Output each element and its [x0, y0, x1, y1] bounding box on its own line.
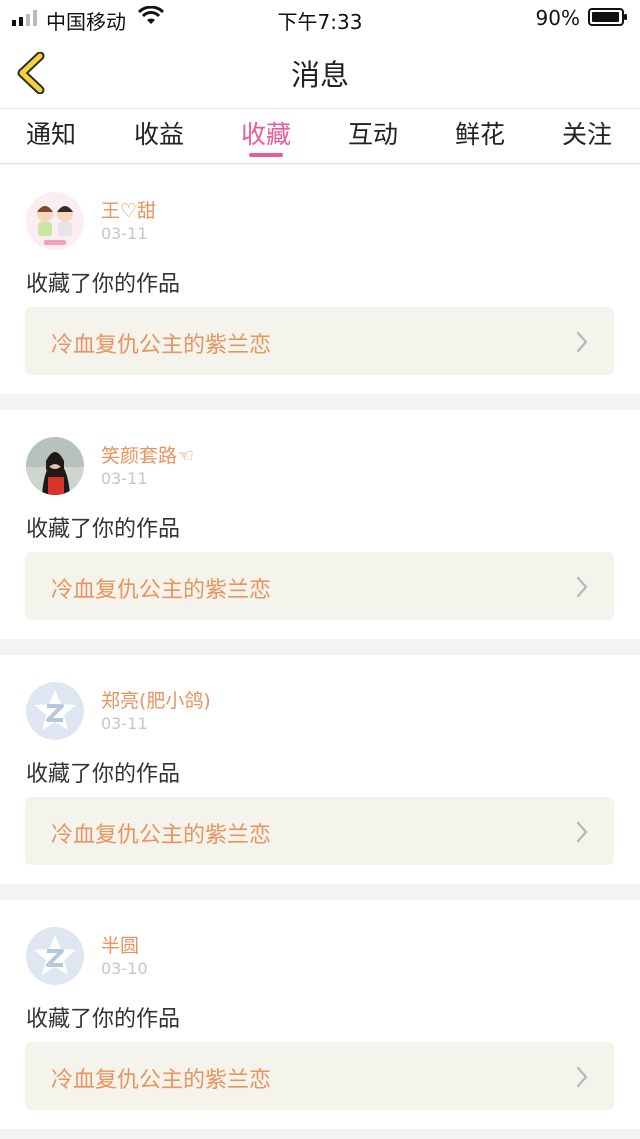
work-title: 冷血复仇公主的紫兰恋	[51, 578, 272, 603]
default-z-avatar-icon	[26, 682, 84, 740]
list-item: 郑亮(肥小鸽) 03-11 收藏了你的作品 冷血复仇公主的紫兰恋	[0, 655, 640, 884]
list-item: 王♡甜 03-11 收藏了你的作品 冷血复仇公主的紫兰恋	[0, 165, 640, 394]
work-link[interactable]: 冷血复仇公主的紫兰恋	[25, 307, 614, 375]
nav-bar: 消息	[0, 36, 640, 109]
user-avatar[interactable]	[26, 927, 84, 985]
action-text: 收藏了你的作品	[26, 762, 181, 787]
back-chevron-icon	[17, 51, 45, 95]
chevron-right-icon	[576, 821, 588, 843]
tab-favorites[interactable]: 收藏	[241, 115, 291, 151]
message-date: 03-11	[101, 469, 148, 488]
work-link[interactable]: 冷血复仇公主的紫兰恋	[25, 1042, 614, 1110]
photo-avatar-icon	[26, 437, 84, 495]
message-tabs: 通知 收益 收藏 互动 鲜花 关注	[0, 109, 640, 164]
work-title: 冷血复仇公主的紫兰恋	[51, 333, 272, 358]
action-text: 收藏了你的作品	[26, 272, 181, 297]
tab-interactions[interactable]: 互动	[348, 115, 398, 151]
message-date: 03-11	[101, 224, 148, 243]
status-bar: 中国移动 下午7:33 90%	[0, 0, 640, 36]
chevron-right-icon	[576, 576, 588, 598]
user-name[interactable]: 笑颜套路☜	[101, 441, 194, 468]
user-name[interactable]: 郑亮(肥小鸽)	[101, 686, 211, 713]
user-name[interactable]: 半圆	[101, 931, 139, 958]
user-name[interactable]: 王♡甜	[101, 196, 156, 223]
action-text: 收藏了你的作品	[26, 1007, 181, 1032]
user-avatar[interactable]	[26, 437, 84, 495]
default-z-avatar-icon	[26, 927, 84, 985]
user-avatar[interactable]	[26, 192, 84, 250]
work-title: 冷血复仇公主的紫兰恋	[51, 823, 272, 848]
chevron-right-icon	[576, 331, 588, 353]
tab-earnings[interactable]: 收益	[134, 115, 184, 151]
tab-follows[interactable]: 关注	[562, 115, 612, 151]
work-title: 冷血复仇公主的紫兰恋	[51, 1068, 272, 1093]
user-avatar[interactable]	[26, 682, 84, 740]
chevron-right-icon	[576, 1066, 588, 1088]
cartoon-couple-avatar-icon	[26, 192, 84, 250]
message-date: 03-11	[101, 714, 148, 733]
tab-notifications[interactable]: 通知	[26, 115, 76, 151]
battery-percent: 90%	[535, 6, 580, 30]
list-item: 半圆 03-10 收藏了你的作品 冷血复仇公主的紫兰恋	[0, 900, 640, 1129]
back-button[interactable]	[14, 51, 54, 95]
message-date: 03-10	[101, 959, 148, 978]
tab-flowers[interactable]: 鲜花	[455, 115, 505, 151]
page-title: 消息	[290, 58, 349, 92]
battery-icon	[588, 8, 627, 26]
work-link[interactable]: 冷血复仇公主的紫兰恋	[25, 552, 614, 620]
list-item: 笑颜套路☜ 03-11 收藏了你的作品 冷血复仇公主的紫兰恋	[0, 410, 640, 639]
work-link[interactable]: 冷血复仇公主的紫兰恋	[25, 797, 614, 865]
active-tab-indicator	[249, 153, 283, 157]
action-text: 收藏了你的作品	[26, 517, 181, 542]
